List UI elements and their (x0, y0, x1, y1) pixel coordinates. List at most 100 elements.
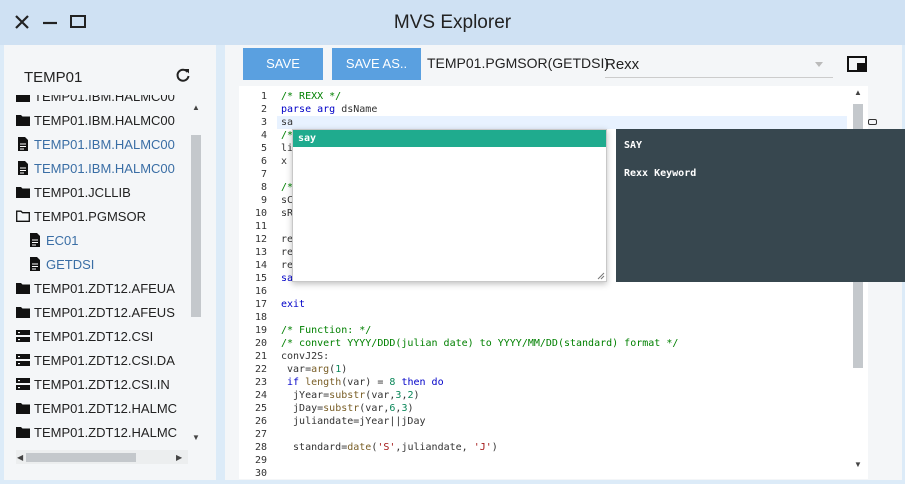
refresh-icon[interactable] (175, 67, 191, 83)
tree-item-label: TEMP01.JCLLIB (34, 184, 131, 200)
line-number: 19 (254, 325, 267, 336)
detail-title: SAY (624, 140, 643, 151)
line-number: 6 (260, 156, 267, 167)
folder-icon (16, 427, 30, 438)
line-number: 3 (260, 117, 267, 128)
popout-window-icon[interactable] (847, 56, 867, 72)
tree-item-label: GETDSI (46, 256, 95, 272)
sidebar-vertical-scrollbar[interactable]: ▲ ▼ (188, 103, 202, 443)
server-icon (16, 354, 30, 366)
line-number: 28 (254, 442, 267, 453)
code-line: standard=date('S',juliandate, 'J') (281, 442, 498, 453)
line-number: 16 (254, 286, 267, 297)
tree-item-label: TEMP01.IBM.HALMC00 (34, 112, 175, 128)
tree-item[interactable]: EC01 (28, 229, 79, 251)
scrollbar-thumb[interactable] (191, 135, 201, 317)
scrollbar-thumb[interactable] (26, 453, 136, 462)
tree-item-label: TEMP01.ZDT12.CSI (34, 328, 154, 344)
folder-icon (16, 403, 30, 414)
tree-item-label: TEMP01.ZDT12.AFEUA (34, 280, 175, 296)
code-line: jYear=substr(var,3,2) (281, 390, 420, 401)
line-number: 8 (260, 182, 267, 193)
tree-item-label: TEMP01.IBM.HALMC00 (34, 95, 175, 104)
language-value: Rexx (605, 56, 640, 73)
window-title: MVS Explorer (393, 12, 512, 33)
tree-item[interactable]: TEMP01.PGMSOR (16, 205, 146, 227)
folder-icon (16, 115, 30, 126)
tree-item[interactable]: TEMP01.IBM.HALMC00 (16, 109, 175, 131)
scroll-up-icon[interactable]: ▲ (854, 88, 862, 97)
line-number: 10 (254, 208, 267, 219)
tree-item-label: TEMP01.ZDT12.HALMC (34, 400, 178, 416)
file-icon (18, 137, 28, 151)
save-as-button[interactable]: SAVE AS.. (332, 48, 421, 80)
line-number: 11 (254, 221, 267, 232)
server-icon (16, 378, 30, 390)
scroll-left-icon[interactable]: ◀ (17, 453, 23, 462)
line-number: 20 (254, 338, 267, 349)
resize-grip-icon[interactable] (597, 272, 605, 280)
folder-icon (16, 187, 30, 198)
minimap-toggle-icon[interactable] (868, 119, 877, 125)
server-icon (16, 330, 30, 342)
line-number: 29 (254, 455, 267, 466)
tree-item[interactable]: TEMP01.IBM.HALMC00 (16, 157, 175, 179)
scroll-down-icon[interactable]: ▼ (192, 433, 200, 442)
line-number: 14 (254, 260, 267, 271)
folder-icon (16, 307, 30, 318)
line-number: 9 (260, 195, 267, 206)
line-number: 17 (254, 299, 267, 310)
line-number: 15 (254, 273, 267, 284)
tree-item-label: TEMP01.ZDT12.HALMC (34, 424, 178, 440)
line-number: 22 (254, 364, 267, 375)
code-line: exit (281, 299, 306, 310)
line-number: 26 (254, 416, 267, 427)
sidebar: TEMP01 TEMP01.IBM.HALMC00 TEMP01.IBM.HALM… (4, 45, 216, 480)
autocomplete-item-say[interactable]: say (293, 130, 606, 147)
scroll-down-icon[interactable]: ▼ (854, 460, 862, 469)
tree-item[interactable]: TEMP01.ZDT12.CSI.IN (16, 373, 170, 395)
code-line: /* convert YYYY/DDD(julian date) to YYYY… (281, 338, 679, 349)
tree-item[interactable]: GETDSI (28, 253, 94, 275)
tree-item-label: TEMP01.ZDT12.CSI.DA (34, 352, 175, 368)
tree-item[interactable]: TEMP01.ZDT12.AFEUA (16, 277, 175, 299)
line-number: 25 (254, 403, 267, 414)
save-button[interactable]: SAVE (243, 48, 323, 80)
code-line: jDay=substr(var,6,3) (281, 403, 414, 414)
tree-item[interactable]: TEMP01.IBM.HALMC00 (16, 95, 175, 107)
line-number: 7 (260, 169, 267, 180)
tree-item-label: TEMP01.PGMSOR (34, 208, 146, 224)
line-number: 1 (260, 91, 267, 102)
language-select[interactable]: Rexx (605, 52, 833, 78)
tree-item[interactable]: TEMP01.ZDT12.CSI (16, 325, 153, 347)
code-line: var=arg(1) (281, 364, 348, 375)
tree-item[interactable]: TEMP01.ZDT12.HALMC (16, 397, 177, 419)
scroll-up-icon[interactable]: ▲ (192, 103, 200, 112)
code-line: juliandate=jYear||jDay (281, 416, 426, 427)
autocomplete-detail-panel: SAY Rexx Keyword (616, 129, 905, 282)
dataset-tree: TEMP01.IBM.HALMC00 TEMP01.IBM.HALMC00 TEMP… (16, 95, 186, 484)
line-number: 4 (260, 130, 267, 141)
scroll-right-icon[interactable]: ▶ (176, 453, 182, 462)
tree-item[interactable]: TEMP01.JCLLIB (16, 181, 131, 203)
tree-item[interactable]: TEMP01.ZDT12.AFEUS (16, 301, 175, 323)
tree-item-label: TEMP01.IBM.HALMC00 (34, 136, 175, 152)
code-line: x (281, 156, 288, 167)
code-line: sa (281, 117, 294, 128)
line-number: 12 (254, 234, 267, 245)
chevron-down-icon (815, 62, 823, 67)
tree-item[interactable]: TEMP01.IBM.HALMC00 (16, 133, 175, 155)
tree-item-label: TEMP01.ZDT12.CSI.IN (34, 376, 170, 392)
code-line: /* REXX */ (281, 91, 342, 102)
sidebar-horizontal-scrollbar[interactable]: ◀ ▶ (16, 450, 188, 464)
autocomplete-list[interactable]: say (292, 129, 607, 282)
tree-item-label: EC01 (46, 232, 79, 248)
line-number: 18 (254, 312, 267, 323)
tree-item[interactable]: TEMP01.ZDT12.CSI.DA (16, 349, 175, 371)
code-line: if length(var) = 8 then do (281, 377, 444, 388)
file-icon (18, 161, 28, 175)
line-number: 23 (254, 377, 267, 388)
open-file-name: TEMP01.PGMSOR(GETDSI) (427, 55, 610, 71)
code-line: /* Function: */ (281, 325, 372, 336)
tree-item[interactable]: TEMP01.ZDT12.HALMC (16, 421, 177, 443)
